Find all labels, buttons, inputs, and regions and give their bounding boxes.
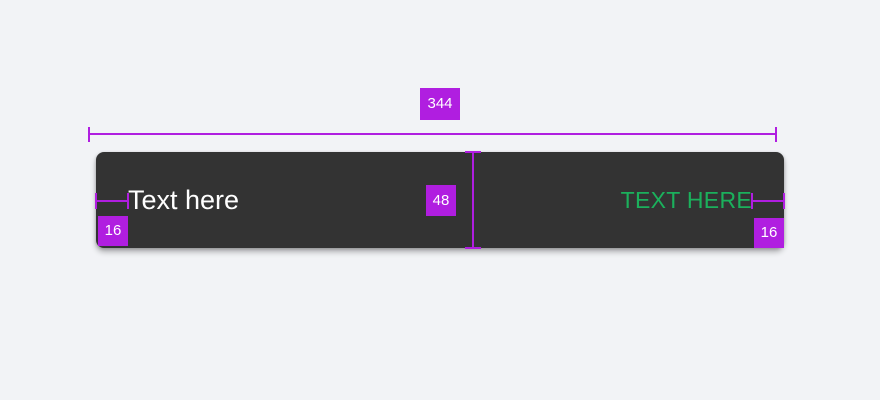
width-badge: 344 [420,88,460,120]
left-padding-badge: 16 [98,216,128,246]
height-badge: 48 [426,185,456,216]
right-padding-badge: 16 [754,218,784,248]
